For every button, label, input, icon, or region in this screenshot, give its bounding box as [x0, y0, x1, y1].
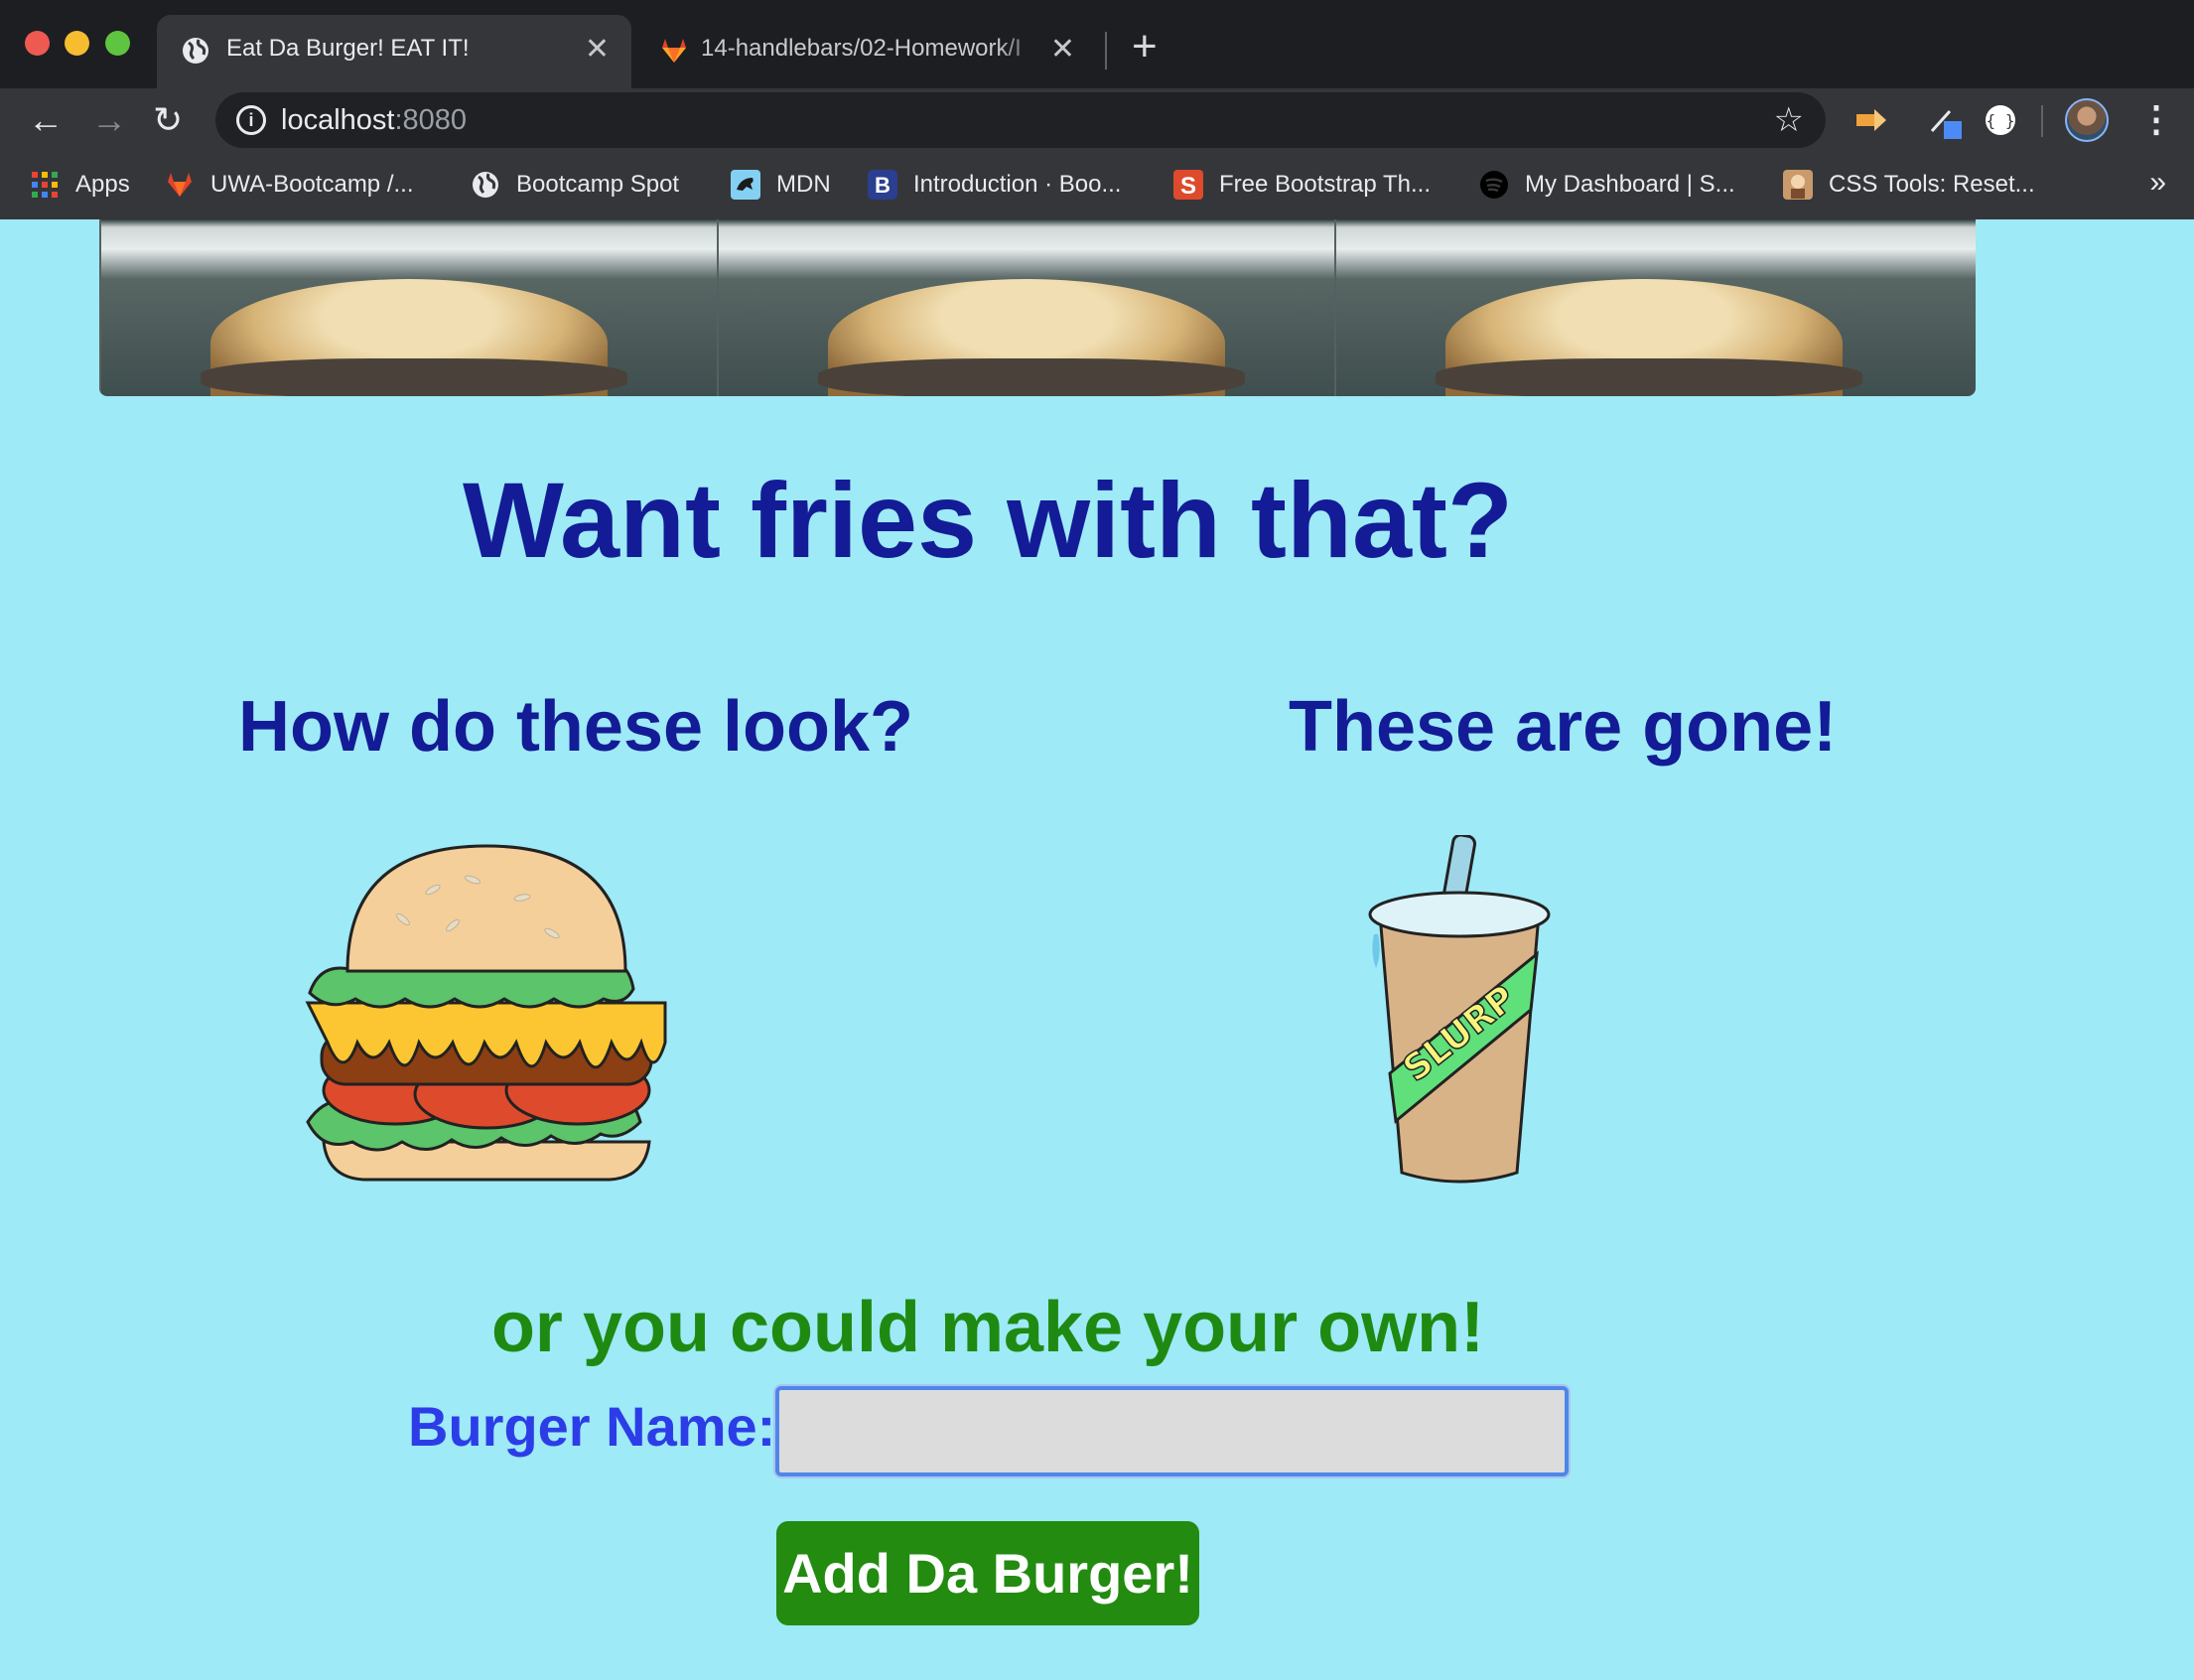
bookmark-bootcamp-spot[interactable]: Bootcamp Spot	[471, 168, 679, 202]
apps-grid-icon	[32, 172, 58, 198]
bookmark-label: Introduction · Boo...	[913, 171, 1122, 198]
available-burgers-title: How do these look?	[238, 687, 914, 767]
tab-strip: Eat Da Burger! EAT IT! ✕ 14-handlebars/0…	[0, 0, 2194, 88]
svg-text:{ }: { }	[1987, 111, 2015, 130]
banner-tile	[1334, 219, 1952, 396]
add-burger-button[interactable]: Add Da Burger!	[776, 1521, 1199, 1625]
spotify-icon	[1480, 171, 1508, 199]
reload-button[interactable]: ↻	[153, 100, 183, 140]
make-your-own-heading: or you could make your own!	[490, 1288, 1485, 1367]
new-tab-button[interactable]: +	[1132, 22, 1158, 71]
bookmark-label: Apps	[75, 171, 130, 198]
banner-tile	[99, 219, 717, 396]
browser-menu-icon[interactable]: ⋮	[2138, 95, 2174, 143]
maximize-window-button[interactable]	[105, 31, 130, 56]
svg-text:B: B	[875, 173, 891, 198]
address-bar[interactable]: i localhost:8080 ☆	[215, 92, 1826, 148]
close-window-button[interactable]	[25, 31, 50, 56]
bootstrap-icon: B	[868, 170, 897, 200]
tab-title: Eat Da Burger! EAT IT!	[226, 35, 470, 62]
burger-name-label: Burger Name:	[408, 1395, 776, 1458]
tab-title: 14-handlebars/02-Homework/I	[701, 35, 1022, 62]
globe-icon	[473, 172, 498, 198]
css-tools-icon	[1783, 170, 1813, 200]
minimize-window-button[interactable]	[65, 31, 89, 56]
banner-patty	[1436, 358, 1862, 396]
banner-patty	[818, 358, 1245, 396]
tab-gitlab-homework[interactable]: 14-handlebars/02-Homework/I ✕	[635, 15, 1097, 88]
bookmark-star-icon[interactable]: ☆	[1774, 100, 1804, 140]
browser-chrome: Eat Da Burger! EAT IT! ✕ 14-handlebars/0…	[0, 0, 2194, 219]
url-text: localhost:8080	[281, 104, 467, 137]
url-port: :8080	[394, 104, 468, 136]
back-button[interactable]: ←	[28, 100, 64, 140]
globe-icon	[183, 38, 208, 64]
bookmark-spotify-dashboard[interactable]: My Dashboard | S...	[1479, 168, 1735, 202]
forward-button[interactable]: →	[91, 100, 127, 140]
bookmarks-bar: Apps UWA-Bootcamp /... Bootcamp Spot MDN	[0, 152, 2194, 219]
bookmarks-overflow-button[interactable]: »	[2149, 166, 2166, 200]
startbootstrap-icon: S	[1173, 170, 1203, 200]
bookmark-uwa-bootcamp[interactable]: UWA-Bootcamp /...	[165, 168, 414, 202]
bookmark-label: Free Bootstrap Th...	[1219, 171, 1431, 198]
burger-banner-image	[99, 219, 1976, 396]
bookmark-label: Bootcamp Spot	[516, 171, 680, 198]
bookmark-bootstrap-intro[interactable]: B Introduction · Boo...	[868, 168, 1121, 202]
bookmark-css-tools-reset[interactable]: CSS Tools: Reset...	[1783, 168, 2035, 202]
gitlab-icon	[662, 39, 686, 63]
bookmark-apps[interactable]: Apps	[30, 168, 130, 202]
extension-json-icon[interactable]: { }	[1982, 101, 2019, 139]
tab-eat-da-burger[interactable]: Eat Da Burger! EAT IT! ✕	[157, 15, 631, 88]
banner-patty	[201, 358, 627, 396]
extension-arrow-icon[interactable]	[1852, 101, 1890, 139]
extension-colorpicker-icon[interactable]	[1926, 101, 1964, 139]
burger-illustration	[305, 844, 667, 1182]
tab-separator	[1105, 32, 1107, 70]
bookmark-label: CSS Tools: Reset...	[1829, 171, 2035, 198]
bookmark-label: MDN	[776, 171, 831, 198]
site-info-icon[interactable]: i	[236, 105, 266, 135]
mdn-icon	[731, 170, 760, 200]
url-host: localhost	[281, 104, 395, 136]
toolbar-separator	[2041, 105, 2043, 137]
close-tab-icon[interactable]: ✕	[1050, 33, 1075, 67]
page-content: Want fries with that? How do these look?…	[0, 219, 2194, 1680]
bookmark-label: UWA-Bootcamp /...	[210, 171, 414, 198]
bookmark-label: My Dashboard | S...	[1525, 171, 1735, 198]
page-title: Want fries with that?	[463, 460, 1513, 580]
gitlab-icon	[168, 173, 192, 197]
bookmark-free-bootstrap-themes[interactable]: S Free Bootstrap Th...	[1173, 168, 1431, 202]
drink-cup-illustration: SLURP	[1368, 835, 1551, 1184]
devoured-burgers-title: These are gone!	[1289, 687, 1838, 767]
bookmark-mdn[interactable]: MDN	[731, 168, 831, 202]
svg-text:S: S	[1180, 173, 1196, 200]
burger-name-input[interactable]	[775, 1386, 1569, 1476]
close-tab-icon[interactable]: ✕	[585, 33, 610, 67]
profile-avatar[interactable]	[2065, 98, 2109, 142]
banner-tile	[717, 219, 1334, 396]
